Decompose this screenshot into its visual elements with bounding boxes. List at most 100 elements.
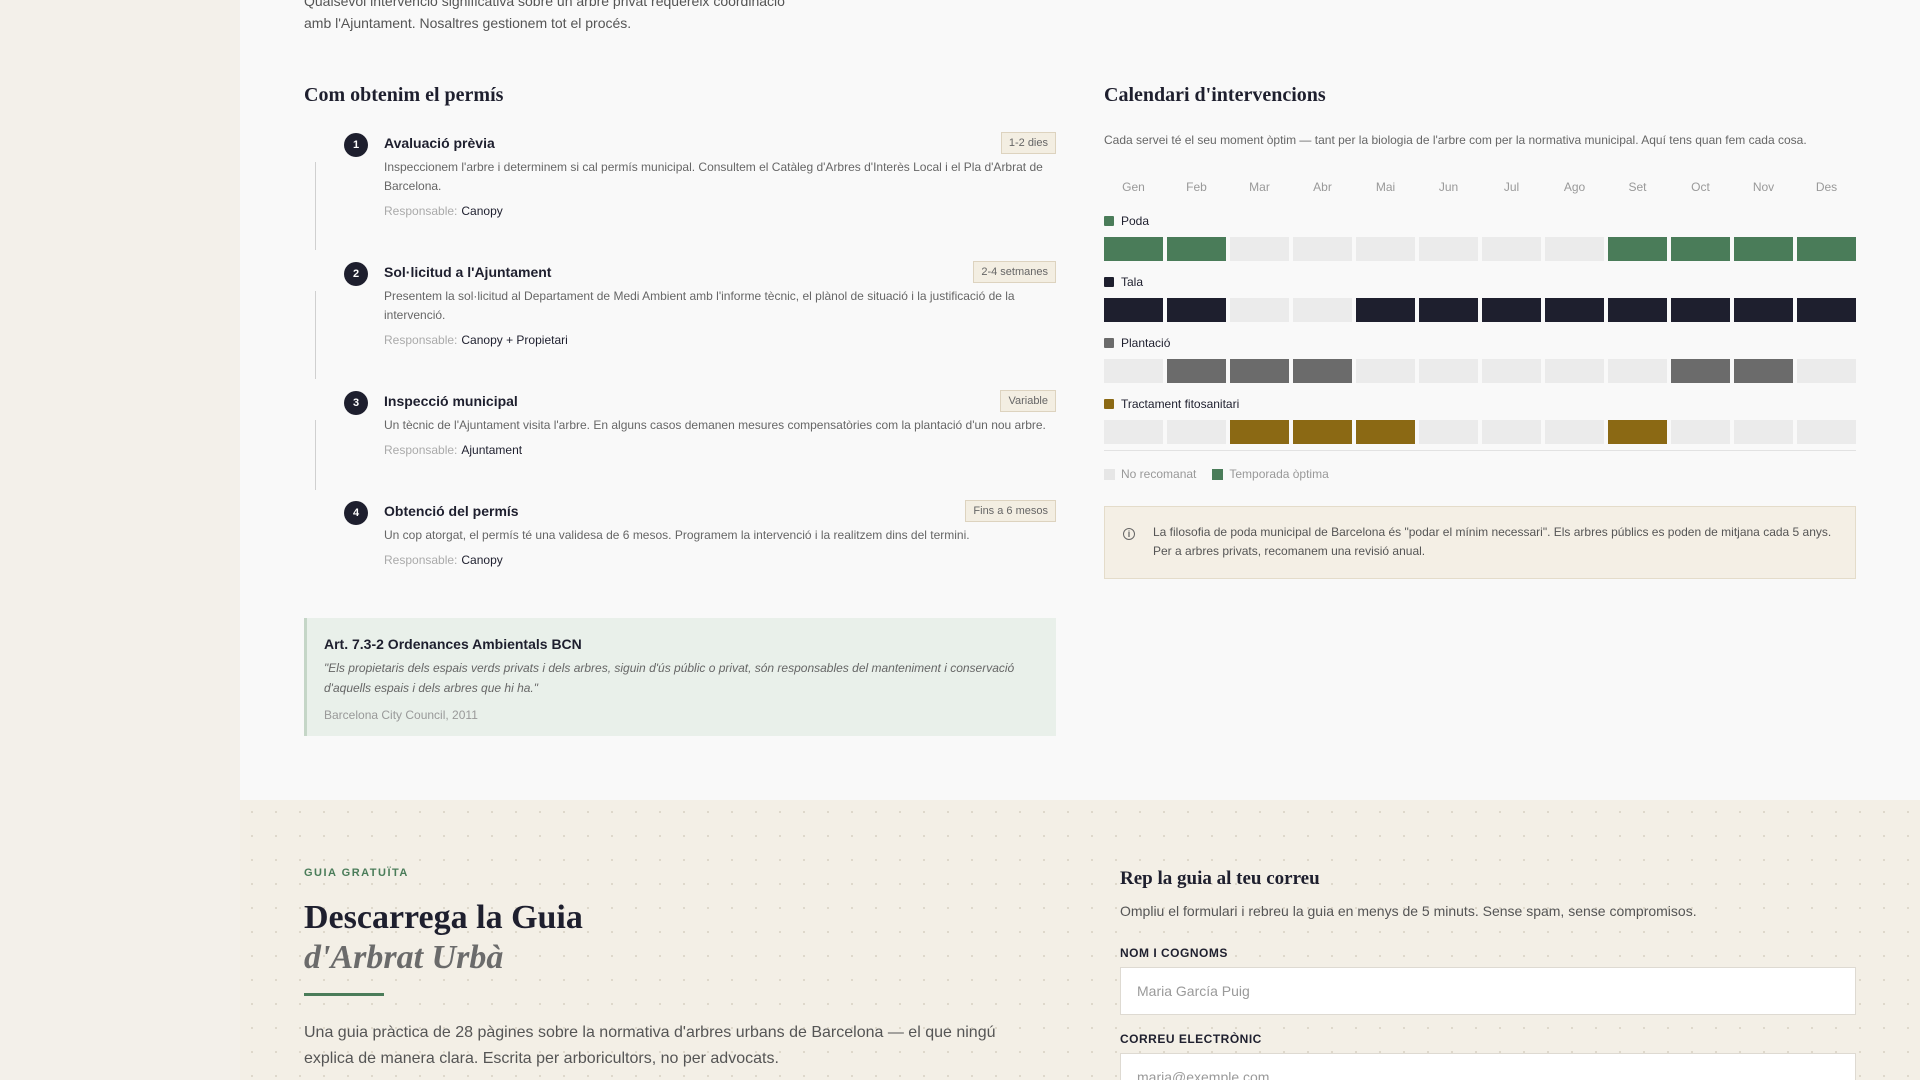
month-cells [1104,237,1856,261]
month-label: Des [1815,180,1838,194]
guide-eyebrow: GUIA GRATUÏTA [304,867,409,879]
step-title: Inspecció municipal [384,393,518,409]
month-cell-set [1608,420,1667,444]
month-cell-jul [1482,298,1541,322]
month-cell-jul [1482,359,1541,383]
month-cell-des [1797,298,1856,322]
month-cell-nov [1734,359,1793,383]
guide-title-italic: d'Arbrat Urbà [304,939,504,976]
email-field-label: CORREU ELECTRÒNIC [1120,1032,1262,1046]
step-number: 2 [344,262,368,286]
month-cell-mai [1356,359,1415,383]
ordinance-source: Barcelona City Council, 2011 [324,708,478,722]
responsible-value: Ajuntament [461,443,523,457]
duration-badge: Variable [1000,390,1056,412]
month-cell-ago [1545,298,1604,322]
step-number: 4 [344,501,368,525]
legend-swatch-optimal [1212,468,1224,480]
service-name: Plantació [1121,336,1171,350]
month-cells [1104,359,1856,383]
guide-title: Descarrega la Guia [304,899,583,936]
month-cell-mai [1356,420,1415,444]
month-cells [1104,420,1856,444]
service-row-poda: Poda [1104,214,1856,261]
service-name: Poda [1121,214,1150,228]
month-cell-gen [1104,237,1163,261]
month-cell-abr [1293,359,1352,383]
pruning-info-note: i La filosofia de poda municipal de Barc… [1104,506,1856,579]
service-row-plantacio: Plantació [1104,336,1856,383]
month-cell-mar [1230,359,1289,383]
step-item: 3 Inspecció municipal Variable Un tècnic… [304,390,1056,500]
duration-badge: 1-2 dies [1000,132,1056,154]
responsible-value: Canopy [461,553,503,567]
month-label: Jul [1503,180,1520,194]
month-header-row: Gen Feb Mar Abr Mai Jun Jul Ago Set Oct … [1104,180,1856,200]
intro-line-2: amb l'Ajuntament. Nosaltres gestionem to… [304,15,632,31]
name-input[interactable] [1120,967,1856,1015]
intro-line-1: Qualsevol intervenció significativa sobr… [304,0,785,9]
ordinance-quote-box: Art. 7.3-2 Ordenances Ambientals BCN "El… [304,618,1056,736]
month-cell-abr [1293,298,1352,322]
responsible-label: Responsable: [384,333,458,347]
step-responsible: Responsable: Canopy [384,553,1056,567]
month-cell-set [1608,237,1667,261]
month-cell-abr [1293,420,1352,444]
duration-badge: Fins a 6 mesos [965,500,1056,522]
legend-label: No recomanat [1121,467,1197,481]
step-connector [315,291,316,379]
service-color-swatch [1104,216,1114,226]
month-cell-jun [1419,420,1478,444]
responsible-label: Responsable: [384,553,458,567]
month-cell-mai [1356,237,1415,261]
month-cell-jun [1419,298,1478,322]
month-label: Mai [1375,180,1396,194]
month-cell-set [1608,359,1667,383]
email-input[interactable] [1120,1053,1856,1080]
month-cell-mar [1230,237,1289,261]
step-number: 3 [344,391,368,415]
calendar-legend: No recomanat Temporada òptima [1104,467,1329,481]
step-number: 1 [344,133,368,157]
month-cell-oct [1671,237,1730,261]
month-cell-ago [1545,237,1604,261]
service-color-swatch [1104,338,1114,348]
step-item: 2 Sol·licitud a l'Ajuntament 2-4 setmane… [304,261,1056,390]
month-cell-gen [1104,420,1163,444]
step-responsible: Responsable: Canopy + Propietari [384,333,1056,347]
step-connector [315,420,316,490]
service-row-tractament: Tractament fitosanitari [1104,397,1856,444]
service-name: Tala [1121,275,1144,289]
step-description: Inspeccionem l'arbre i determinem si cal… [384,160,1043,193]
month-cell-ago [1545,359,1604,383]
legend-swatch-inactive [1104,468,1115,480]
responsible-value: Canopy [461,204,503,218]
month-cell-des [1797,420,1856,444]
service-row-tala: Tala [1104,275,1856,322]
responsible-label: Responsable: [384,443,458,457]
calendar-divider [1104,450,1856,451]
month-cell-mai [1356,298,1415,322]
month-label: Set [1628,180,1647,194]
month-label: Mar [1249,180,1270,194]
calendar-description: Cada servei té el seu moment òptim — tan… [1104,133,1807,147]
month-cell-oct [1671,420,1730,444]
month-cells [1104,298,1856,322]
month-cell-mar [1230,298,1289,322]
form-title: Rep la guia al teu correu [1120,868,1320,889]
month-cell-feb [1167,298,1226,322]
guide-accent-rule [304,993,384,996]
step-connector [315,162,316,250]
step-title: Avaluació prèvia [384,135,495,151]
month-cell-jun [1419,237,1478,261]
name-field-label: NOM I COGNOMS [1120,946,1228,960]
step-description: Un tècnic de l'Ajuntament visita l'arbre… [384,418,1046,432]
month-label: Abr [1313,180,1332,194]
month-cell-feb [1167,237,1226,261]
month-cell-feb [1167,359,1226,383]
service-color-swatch [1104,277,1114,287]
month-cell-oct [1671,298,1730,322]
permit-steps-list: 1 Avaluació prèvia 1-2 dies Inspeccionem… [304,132,1056,580]
responsible-value: Canopy + Propietari [461,333,568,347]
form-subtitle: Ompliu el formulari i rebreu la guia en … [1120,903,1697,919]
